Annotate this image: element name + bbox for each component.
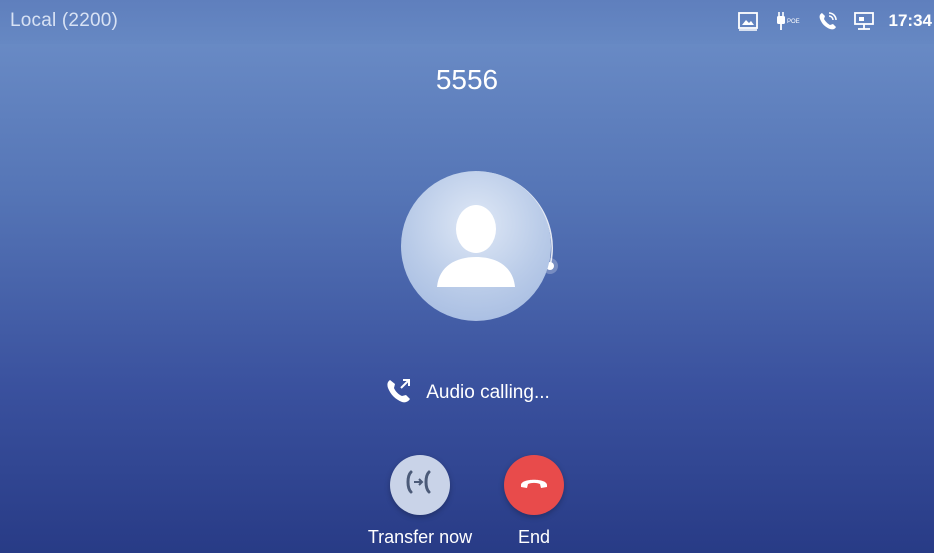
call-screen: Local (2200) POE 17:34 5556 Audio callin… <box>0 0 934 553</box>
transfer-now-button[interactable] <box>390 455 450 515</box>
status-time: 17:34 <box>888 11 932 30</box>
network-icon <box>853 10 875 32</box>
outgoing-call-icon <box>384 375 414 411</box>
transfer-now-action: Transfer now <box>368 455 472 548</box>
status-icons: POE 17:34 <box>737 8 934 34</box>
avatar-container <box>396 166 560 330</box>
avatar <box>401 171 551 321</box>
screenshot-icon <box>737 10 759 32</box>
user-silhouette-icon <box>437 205 515 287</box>
poe-icon: POE <box>773 10 803 32</box>
status-bar: Local (2200) POE 17:34 <box>0 0 934 44</box>
svg-text:POE: POE <box>787 19 800 25</box>
call-status-text: Audio calling... <box>426 382 550 403</box>
end-call-button[interactable] <box>504 455 564 515</box>
transfer-icon <box>403 468 437 502</box>
hangup-icon <box>518 473 550 498</box>
call-status: Audio calling... <box>0 375 934 411</box>
end-call-label: End <box>517 527 551 547</box>
line-label: Local (2200) <box>10 10 119 31</box>
end-call-action: End <box>489 455 579 548</box>
callee-number: 5556 <box>435 64 499 95</box>
call-in-progress-icon <box>817 10 839 32</box>
call-actions: Transfer now End <box>0 455 934 553</box>
transfer-now-label: Transfer now <box>367 527 473 547</box>
